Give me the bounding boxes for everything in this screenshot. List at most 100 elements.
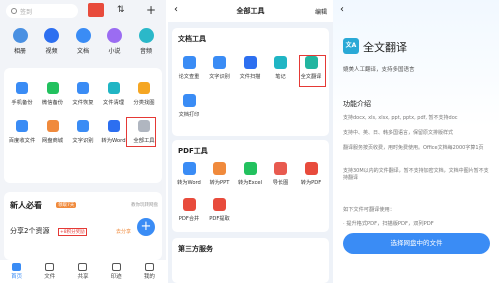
user-icon — [144, 263, 154, 271]
tool-long-image[interactable]: 导长图 — [266, 162, 296, 186]
quick-docs[interactable]: 文档 — [69, 28, 97, 55]
tool-scan[interactable]: 文件扫描 — [235, 56, 265, 80]
section-title: 文档工具 — [178, 35, 206, 43]
share-reward: +8积分奖励 — [58, 228, 87, 236]
quick-categories: 相册 视频 文档 小说 音频 — [6, 28, 160, 55]
quick-label: 文档 — [76, 48, 89, 55]
tool-label: 网盘商城 — [41, 138, 64, 144]
tool-wechat-backup[interactable]: 微信备份 — [39, 82, 67, 106]
quick-video[interactable]: 视频 — [38, 28, 66, 55]
highlight-all-tools — [126, 117, 156, 147]
tool-phone-backup[interactable]: 手机备份 — [8, 82, 36, 106]
recovery-icon — [77, 82, 89, 94]
share-icon — [78, 263, 88, 271]
tool-label: 文字识别 — [72, 138, 94, 144]
image-search-icon — [138, 82, 150, 94]
choose-file-button[interactable]: 选择网盘中的文件 — [343, 233, 490, 254]
home-screen: 签到 ⇅ + 相册 视频 文档 小说 音频 手机备份 微信备份 文件恢复 文件清… — [0, 0, 166, 283]
newbie-link[interactable]: 教你玩转网盘 — [131, 202, 158, 208]
tool-label: 文件扫描 — [239, 74, 261, 80]
tool-pdf-to-ppt[interactable]: 转为PPT — [205, 162, 235, 186]
highlight-translate — [299, 55, 326, 87]
doc-tools-row-2: 文档打印 — [174, 94, 326, 118]
section-title: 第三方服务 — [178, 245, 213, 253]
tool-label: 论文查重 — [178, 74, 200, 80]
merge-icon — [182, 198, 196, 211]
tool-label: 转为PDF — [300, 180, 322, 186]
tool-label: PDF提取 — [209, 216, 230, 222]
bottom-tab-bar: 首页 文件 共享 印迹 我的 — [0, 260, 166, 283]
tab-label: 印迹 — [110, 274, 122, 280]
tool-notes[interactable]: 笔记 — [266, 56, 296, 80]
scan-icon — [243, 56, 257, 69]
collect-icon — [16, 120, 28, 132]
tool-print[interactable]: 文档打印 — [174, 94, 204, 118]
tool-pdf-merge[interactable]: PDF合并 — [174, 198, 204, 222]
quick-album[interactable]: 相册 — [6, 28, 34, 55]
empty-slot — [296, 198, 326, 222]
edit-button[interactable]: 编辑 — [315, 7, 327, 16]
tool-collect-files[interactable]: 百度收文件 — [8, 120, 36, 144]
tool-find-image[interactable]: 分类找图 — [130, 82, 158, 106]
home-icon — [12, 263, 22, 271]
share-button[interactable]: 去分享 — [116, 228, 131, 235]
newbie-tag: 领取7天 — [56, 202, 77, 208]
tool-file-recovery[interactable]: 文件恢复 — [69, 82, 97, 106]
tools-row-1: 手机备份 微信备份 文件恢复 文件清理 分类找图 — [8, 82, 158, 106]
quick-audio[interactable]: 音频 — [132, 28, 160, 55]
tab-me[interactable]: 我的 — [144, 263, 155, 280]
tool-ocr[interactable]: 文字识别 — [69, 120, 97, 144]
quick-label: 相册 — [13, 48, 26, 55]
screenshot-composite: 签到 ⇅ + 相册 视频 文档 小说 音频 手机备份 微信备份 文件恢复 文件清… — [0, 0, 499, 283]
add-icon[interactable]: + — [146, 3, 156, 17]
excel-icon — [243, 162, 257, 175]
tool-label: 文件清理 — [102, 100, 125, 106]
tool-pdf-extract[interactable]: PDF提取 — [205, 198, 235, 222]
ppt-icon — [213, 162, 226, 175]
tool-to-pdf[interactable]: 转为PDF — [296, 162, 326, 186]
tool-to-word[interactable]: 转为Word — [100, 120, 128, 144]
print-icon — [182, 94, 196, 107]
pdf-tools-section: PDF工具 转为Word 转为PPT 转为Excel 导长图 转为PDF PDF… — [172, 140, 329, 232]
page-subtitle: 媲美人工翻译，支持多国语言 — [343, 67, 415, 73]
tool-label: 微信备份 — [41, 100, 64, 106]
tool-label: 分类找图 — [133, 100, 155, 106]
tool-plagiarism[interactable]: 论文查重 — [174, 56, 204, 80]
search-icon — [11, 8, 17, 14]
tool-label: 笔记 — [275, 74, 286, 80]
image-icon — [274, 162, 287, 175]
tool-label: 转为Word — [177, 180, 201, 186]
tab-home[interactable]: 首页 — [11, 263, 22, 280]
phone-backup-icon — [16, 82, 28, 94]
quick-label: 视频 — [45, 48, 58, 55]
tool-pdf-to-word[interactable]: 转为Word — [174, 162, 204, 186]
search-bar[interactable]: 签到 — [6, 4, 78, 18]
back-icon[interactable]: ‹ — [340, 4, 344, 15]
tool-mall[interactable]: 网盘商城 — [39, 120, 67, 144]
section-title: PDF工具 — [178, 147, 208, 155]
tab-footprint[interactable]: 印迹 — [111, 263, 122, 280]
folder-icon — [45, 263, 55, 271]
doc-icon — [75, 28, 91, 43]
empty-slot — [235, 198, 265, 222]
notes-icon — [274, 56, 287, 69]
fab-add-button[interactable]: + — [137, 218, 155, 236]
plagiarism-icon — [182, 56, 196, 69]
sort-icon[interactable]: ⇅ — [117, 5, 125, 15]
quick-novel[interactable]: 小说 — [101, 28, 129, 55]
quick-label: 小说 — [108, 48, 121, 55]
tab-label: 首页 — [11, 274, 23, 280]
gift-icon[interactable] — [88, 3, 104, 17]
tab-files[interactable]: 文件 — [44, 263, 55, 280]
pdf-tools-row-1: 转为Word 转为PPT 转为Excel 导长图 转为PDF — [174, 162, 326, 186]
tool-label: 转为Word — [101, 138, 126, 144]
feature-desc: 翻译服务按页收费，用时免费使用。Office文档每2000字算1页 — [343, 145, 484, 151]
word-icon — [182, 162, 196, 175]
tab-share[interactable]: 共享 — [77, 263, 88, 280]
mall-icon — [46, 120, 59, 132]
tool-ocr[interactable]: 文字识别 — [205, 56, 235, 80]
tool-pdf-to-excel[interactable]: 转为Excel — [235, 162, 265, 186]
ocr-icon — [213, 56, 226, 69]
tool-file-clean[interactable]: 文件清理 — [100, 82, 128, 106]
tab-label: 共享 — [77, 274, 89, 280]
